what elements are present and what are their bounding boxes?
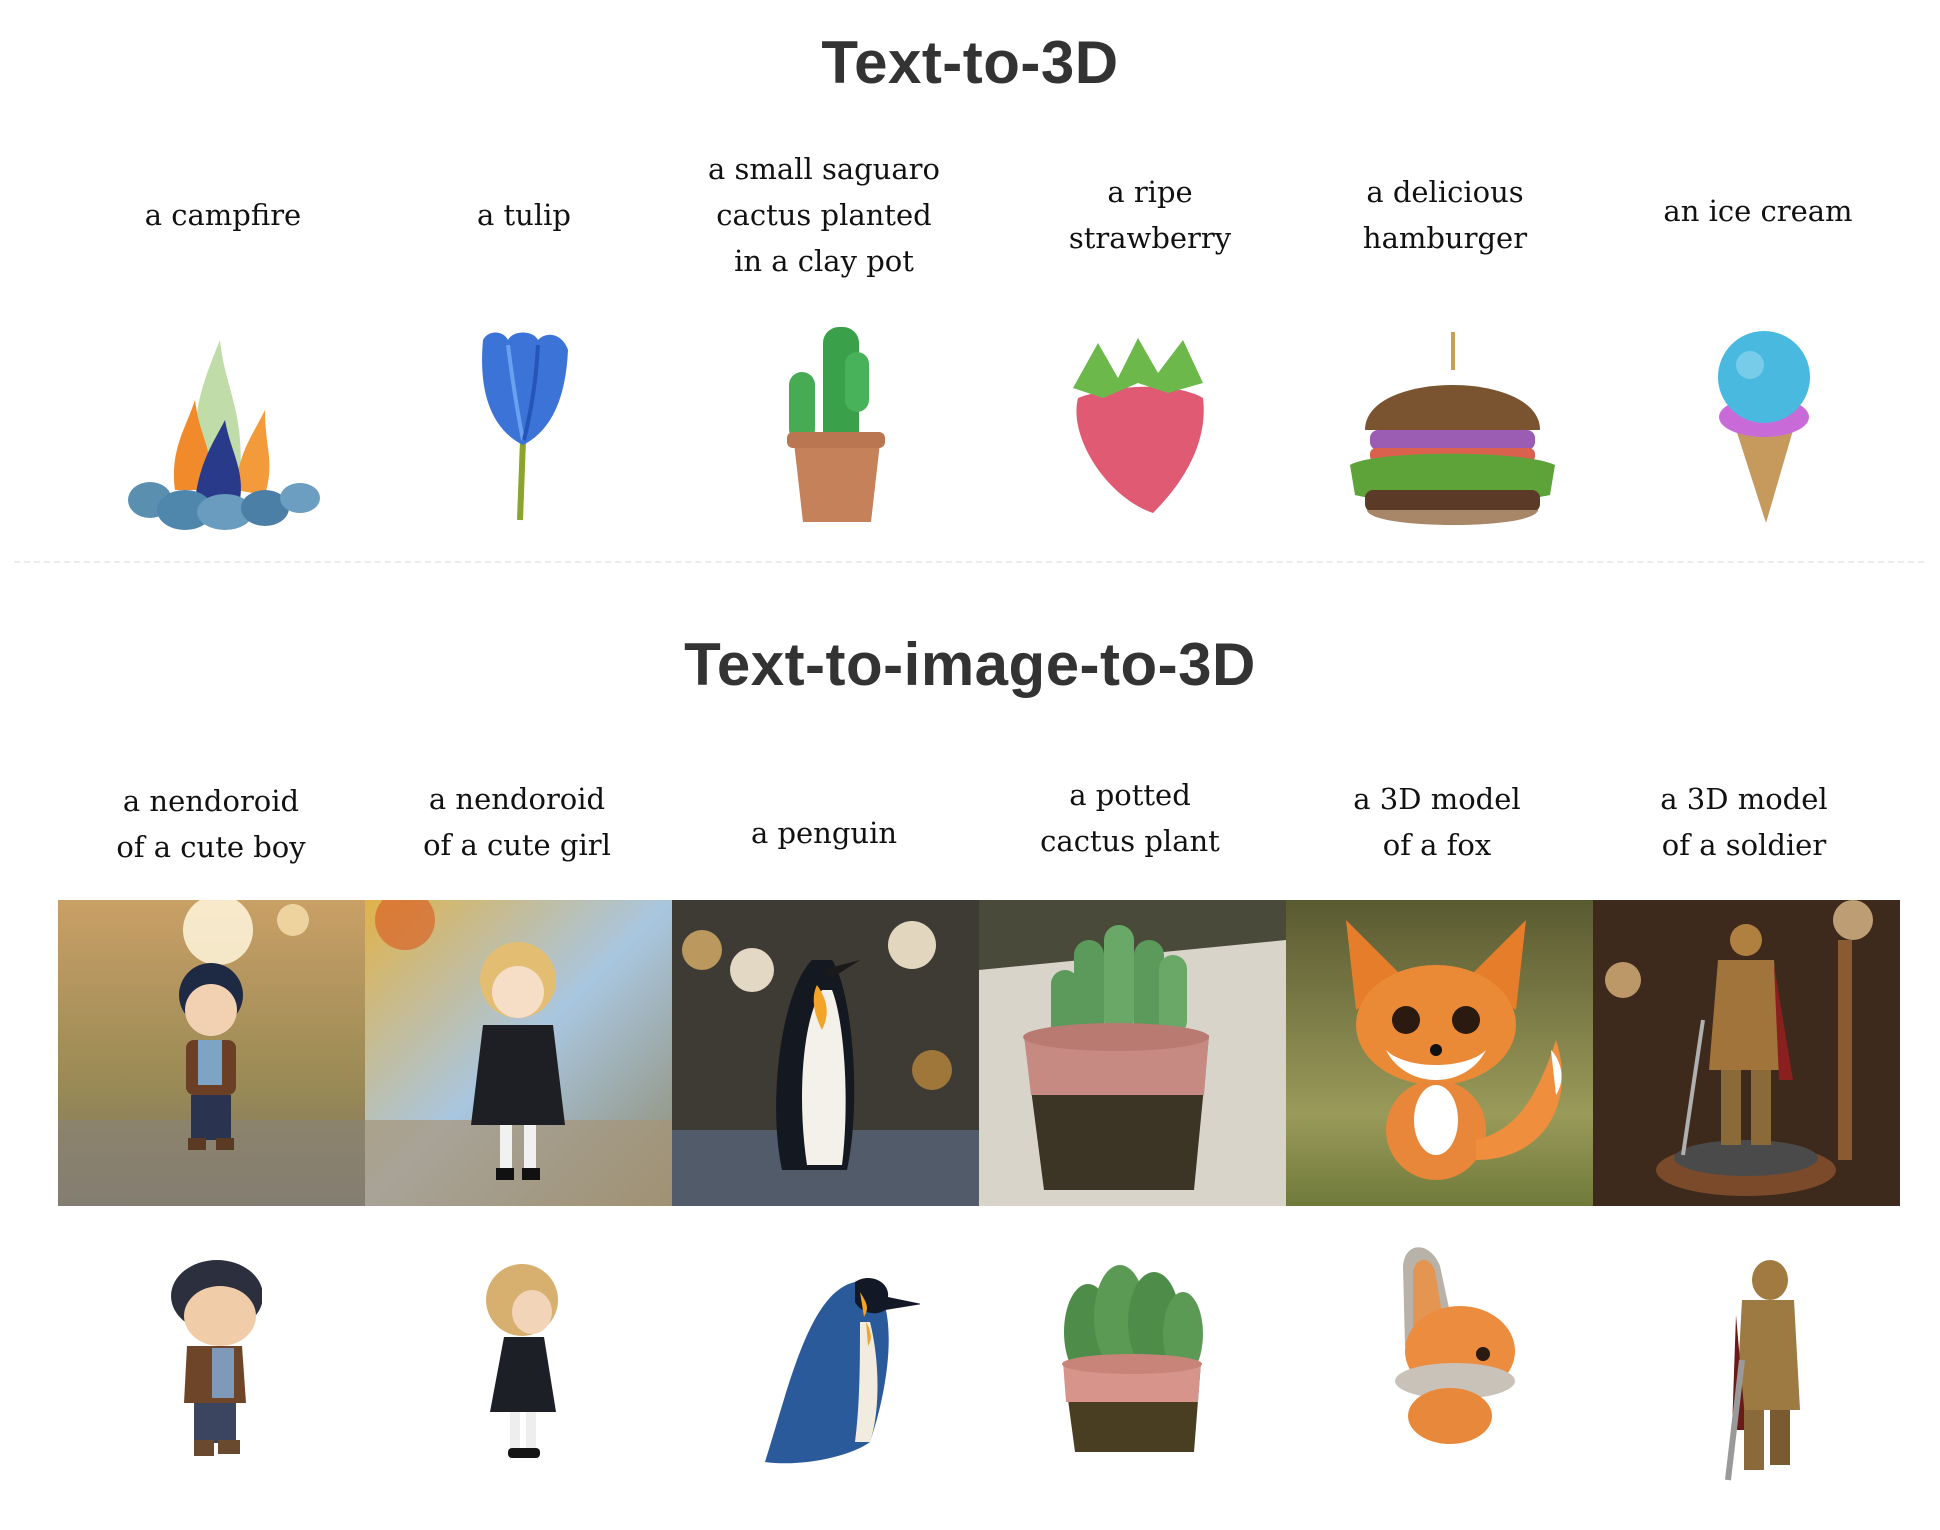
prompt-label-hamburger: a delicious hamburger [1295,169,1595,261]
prompt-line: strawberry [1068,221,1232,255]
penguin-photo [672,900,979,1206]
boy-figure-photo [58,900,365,1206]
prompt-line: an ice cream [1663,194,1853,228]
potted-cactus-photo [979,900,1286,1206]
girl-figure-photo [365,900,672,1206]
prompt-line: a nendoroid [428,782,606,816]
section-divider [14,561,1924,563]
prompt-line: a ripe [1107,175,1193,209]
section-title-text-to-3d: Text-to-3D [821,29,1119,96]
strawberry-3d-render [1058,328,1218,518]
prompt-line: a nendoroid [122,784,300,818]
hamburger-3d-render [1345,330,1560,535]
prompt-line: cactus plant [1040,824,1220,858]
prompt-line: a 3D model [1353,782,1521,816]
penguin-3d-render [760,1262,920,1474]
saguaro-cactus-3d-render [775,322,895,532]
fox-3d-render [1385,1236,1515,1446]
girl-figure-3d-render [482,1262,562,1464]
fox-photo [1286,900,1593,1206]
prompt-label-boy: a nendoroid of a cute boy [61,778,361,870]
prompt-line: a penguin [750,816,898,850]
prompt-label-girl: a nendoroid of a cute girl [367,776,667,868]
prompt-label-tulip: a tulip [374,192,674,238]
prompt-line: of a soldier [1661,828,1827,862]
boy-figure-3d-render [162,1258,262,1463]
prompt-label-strawberry: a ripe strawberry [1000,169,1300,261]
prompt-line: of a cute boy [116,830,306,864]
prompt-line: a 3D model [1660,782,1828,816]
prompt-label-campfire: a campfire [73,192,373,238]
prompt-line: cactus planted [716,198,932,232]
prompt-line: hamburger [1362,221,1528,255]
prompt-line: a potted [1069,778,1191,812]
ice-cream-3d-render [1708,325,1820,525]
soldier-photo [1593,900,1900,1206]
section-title-text-to-image-to-3d: Text-to-image-to-3D [684,631,1256,698]
prompt-line: of a cute girl [423,828,611,862]
prompt-line: in a clay pot [734,244,914,278]
potted-cactus-3d-render [1058,1262,1206,1462]
tulip-3d-render [468,325,578,525]
prompt-line: a small saguaro [708,152,940,186]
prompt-line: a delicious [1366,175,1524,209]
prompt-line: a campfire [144,198,302,232]
prompt-label-ice-cream: an ice cream [1608,188,1908,234]
soldier-3d-render [1722,1260,1807,1482]
prompt-label-potted-cactus: a potted cactus plant [980,772,1280,864]
prompt-label-soldier: a 3D model of a soldier [1594,776,1894,868]
prompt-line: of a fox [1382,828,1492,862]
prompt-label-saguaro: a small saguaro cactus planted in a clay… [674,146,974,284]
prompt-label-fox: a 3D model of a fox [1287,776,1587,868]
prompt-line: a tulip [477,198,571,232]
prompt-label-penguin: a penguin [674,810,974,856]
campfire-3d-render [115,330,325,530]
